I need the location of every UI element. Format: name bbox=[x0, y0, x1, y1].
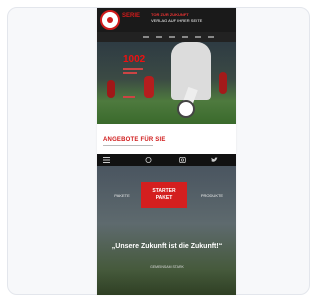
header-tagline-bottom: VERLAG AUF IHRER SEITE bbox=[151, 18, 203, 23]
mobile-topbar bbox=[97, 154, 236, 166]
main-navigation bbox=[97, 32, 236, 42]
site-header: SERIE TOR ZUR ZUKUNFT VERLAG AUF IHRER S… bbox=[97, 8, 236, 32]
nav-item[interactable] bbox=[208, 36, 214, 38]
hero-text-line bbox=[123, 72, 137, 74]
mobile-hero: PAKETE STARTER PAKET PRODUKTE „Unsere Zu… bbox=[97, 166, 236, 295]
offer-link-right[interactable]: PRODUKTE bbox=[197, 192, 227, 200]
nav-item[interactable] bbox=[195, 36, 201, 38]
section-divider bbox=[103, 145, 153, 146]
cta-button[interactable]: STARTER PAKET bbox=[141, 182, 187, 208]
hero-score: 1002 bbox=[123, 54, 146, 65]
mobile-mockup: PAKETE STARTER PAKET PRODUKTE „Unsere Zu… bbox=[97, 154, 236, 295]
twitter-icon[interactable] bbox=[211, 157, 218, 163]
page-preview[interactable]: SERIE TOR ZUR ZUKUNFT VERLAG AUF IHRER S… bbox=[97, 8, 236, 295]
menu-icon[interactable] bbox=[103, 157, 110, 163]
globe-icon[interactable] bbox=[145, 157, 152, 163]
nav-item[interactable] bbox=[182, 36, 188, 38]
hero-text-line bbox=[123, 96, 135, 98]
section-title: ANGEBOTE FÜR SIE bbox=[103, 137, 166, 143]
player-figure bbox=[219, 72, 227, 94]
nav-item[interactable] bbox=[156, 36, 162, 38]
hero-text-line bbox=[123, 68, 143, 70]
football-icon bbox=[177, 100, 195, 118]
hero-quote: „Unsere Zukunft ist die Zukunft!“ bbox=[111, 243, 223, 250]
nav-item[interactable] bbox=[169, 36, 175, 38]
instagram-icon[interactable] bbox=[179, 157, 186, 163]
player-figure bbox=[107, 80, 115, 98]
hero-quote-caption: GEMEINSAM STARK bbox=[150, 265, 184, 269]
hero-banner: 1002 bbox=[97, 42, 236, 124]
offer-link-left[interactable]: PAKETE bbox=[107, 192, 137, 200]
nav-item[interactable] bbox=[143, 36, 149, 38]
player-figure bbox=[144, 76, 154, 98]
club-logo bbox=[100, 10, 120, 30]
header-tagline-top: TOR ZUR ZUKUNFT bbox=[151, 12, 189, 17]
brand-name: SERIE bbox=[122, 13, 141, 19]
